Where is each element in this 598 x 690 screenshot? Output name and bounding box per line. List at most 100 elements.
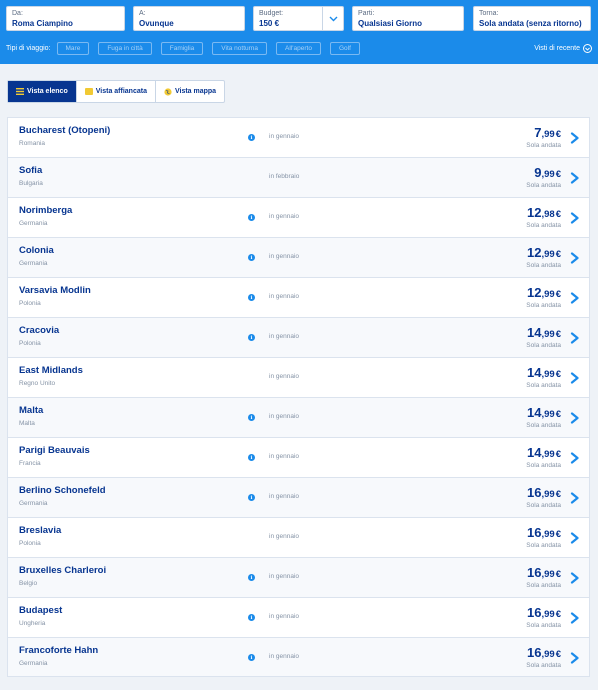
info-icon[interactable]: i <box>248 654 255 661</box>
result-row[interactable]: Malta Malta i in gennaio 14,99€ Sola and… <box>7 397 590 437</box>
map-view-button[interactable]: Vista mappa <box>156 81 224 102</box>
to-field[interactable]: A: Ovunque <box>133 6 245 31</box>
result-row[interactable]: East Midlands Regno Unito in gennaio 14,… <box>7 357 590 397</box>
price-decimal: ,98 <box>541 209 555 220</box>
price-currency: € <box>555 489 561 500</box>
result-row[interactable]: Francoforte Hahn Germania i in gennaio 1… <box>7 637 590 677</box>
price-currency: € <box>555 609 561 620</box>
price-decimal: ,99 <box>541 289 555 300</box>
chip-vita-notturna[interactable]: Vita notturna <box>212 41 268 55</box>
recent-views-button[interactable]: Visti di recente <box>534 44 592 53</box>
destination-name: Varsavia Modlin <box>19 285 91 296</box>
chevron-right-icon[interactable] <box>570 252 580 264</box>
return-value: Sola andata (senza ritorno) <box>479 19 582 28</box>
travel-month: in gennaio <box>269 213 299 220</box>
destination-country: Germania <box>19 220 48 227</box>
chip-fuga-in-citta[interactable]: Fuga in città <box>98 41 152 55</box>
result-row[interactable]: Breslavia Polonia in gennaio 16,99€ Sola… <box>7 517 590 557</box>
price-decimal: ,99 <box>541 409 555 420</box>
chip-all-aperto[interactable]: All'aperto <box>276 41 321 55</box>
price-decimal: ,99 <box>541 129 555 140</box>
chip-famiglia[interactable]: Famiglia <box>160 41 204 55</box>
depart-field[interactable]: Parti: Qualsiasi Giorno <box>352 6 464 31</box>
fare-type: Sola andata <box>526 342 561 349</box>
result-row[interactable]: Sofia Bulgaria in febbraio 9,99€ Sola an… <box>7 157 590 197</box>
chevron-right-icon[interactable] <box>570 332 580 344</box>
travel-month: in gennaio <box>269 293 299 300</box>
fare-type: Sola andata <box>526 302 561 309</box>
info-icon[interactable]: i <box>248 214 255 221</box>
result-row[interactable]: Bucharest (Otopeni) Romania i in gennaio… <box>7 117 590 157</box>
chevron-right-icon[interactable] <box>570 412 580 424</box>
result-row[interactable]: Berlino Schonefeld Germania i in gennaio… <box>7 477 590 517</box>
chevron-right-icon[interactable] <box>570 292 580 304</box>
info-icon[interactable]: i <box>248 334 255 341</box>
price: 16,99€ <box>527 524 561 542</box>
info-icon[interactable]: i <box>248 494 255 501</box>
destination-country: Germania <box>19 260 48 267</box>
result-row[interactable]: Bruxelles Charleroi Belgio i in gennaio … <box>7 557 590 597</box>
result-row[interactable]: Budapest Ungheria i in gennaio 16,99€ So… <box>7 597 590 637</box>
chevron-right-icon[interactable] <box>570 132 580 144</box>
chevron-right-icon[interactable] <box>570 492 580 504</box>
globe-icon <box>164 87 172 96</box>
price-integer: 14 <box>527 445 542 460</box>
travel-month: in gennaio <box>269 453 299 460</box>
destination-name: Berlino Schonefeld <box>19 485 106 496</box>
chevron-right-icon[interactable] <box>570 172 580 184</box>
chevron-right-icon[interactable] <box>570 212 580 224</box>
chevron-right-icon[interactable] <box>570 452 580 464</box>
info-icon[interactable]: i <box>248 414 255 421</box>
chip-mare[interactable]: Mare <box>56 41 90 55</box>
info-icon[interactable]: i <box>248 294 255 301</box>
from-field[interactable]: Da: Roma Ciampino <box>6 6 125 31</box>
price-integer: 14 <box>527 365 542 380</box>
info-icon[interactable]: i <box>248 134 255 141</box>
result-row[interactable]: Varsavia Modlin Polonia i in gennaio 12,… <box>7 277 590 317</box>
info-icon[interactable]: i <box>248 454 255 461</box>
tile-view-button[interactable]: Vista affiancata <box>77 81 156 102</box>
result-row[interactable]: Colonia Germania i in gennaio 12,99€ Sol… <box>7 237 590 277</box>
price: 14,99€ <box>527 404 561 422</box>
chevron-right-icon[interactable] <box>570 652 580 664</box>
travel-month: in gennaio <box>269 493 299 500</box>
price: 16,99€ <box>527 484 561 502</box>
info-icon[interactable]: i <box>248 254 255 261</box>
list-view-button[interactable]: Vista elenco <box>8 81 77 102</box>
destination-country: Polonia <box>19 300 41 307</box>
destination-name: Budapest <box>19 605 63 616</box>
destination-country: Regno Unito <box>19 380 56 387</box>
price-currency: € <box>555 129 561 140</box>
destination-name: Francoforte Hahn <box>19 645 99 656</box>
budget-field[interactable]: Budget: 150 € <box>253 6 344 31</box>
price-integer: 12 <box>527 205 542 220</box>
price: 12,99€ <box>527 284 561 302</box>
chevron-right-icon[interactable] <box>570 532 580 544</box>
destination-country: Belgio <box>19 580 38 587</box>
chip-golf[interactable]: Golf <box>329 41 360 55</box>
price-integer: 14 <box>527 325 542 340</box>
chevron-down-icon[interactable] <box>322 7 343 30</box>
to-value: Ovunque <box>139 19 174 28</box>
chevron-right-icon[interactable] <box>570 372 580 384</box>
fare-type: Sola andata <box>526 422 561 429</box>
info-icon[interactable]: i <box>248 574 255 581</box>
return-field[interactable]: Torna: Sola andata (senza ritorno) <box>473 6 591 31</box>
price-integer: 16 <box>527 525 542 540</box>
result-row[interactable]: Norimberga Germania i in gennaio 12,98€ … <box>7 197 590 237</box>
price: 14,99€ <box>527 324 561 342</box>
result-row[interactable]: Cracovia Polonia i in gennaio 14,99€ Sol… <box>7 317 590 357</box>
price-integer: 16 <box>527 565 542 580</box>
recent-views-label: Visti di recente <box>534 45 580 52</box>
list-view-label: Vista elenco <box>27 88 68 95</box>
result-row[interactable]: Parigi Beauvais Francia i in gennaio 14,… <box>7 437 590 477</box>
chevron-right-icon[interactable] <box>570 572 580 584</box>
destination-country: Ungheria <box>19 620 46 627</box>
price-currency: € <box>555 529 561 540</box>
travel-month: in gennaio <box>269 133 299 140</box>
results-list: Bucharest (Otopeni) Romania i in gennaio… <box>7 117 590 677</box>
chevron-right-icon[interactable] <box>570 612 580 624</box>
info-icon[interactable]: i <box>248 614 255 621</box>
price-decimal: ,99 <box>541 449 555 460</box>
fare-type: Sola andata <box>526 662 561 669</box>
